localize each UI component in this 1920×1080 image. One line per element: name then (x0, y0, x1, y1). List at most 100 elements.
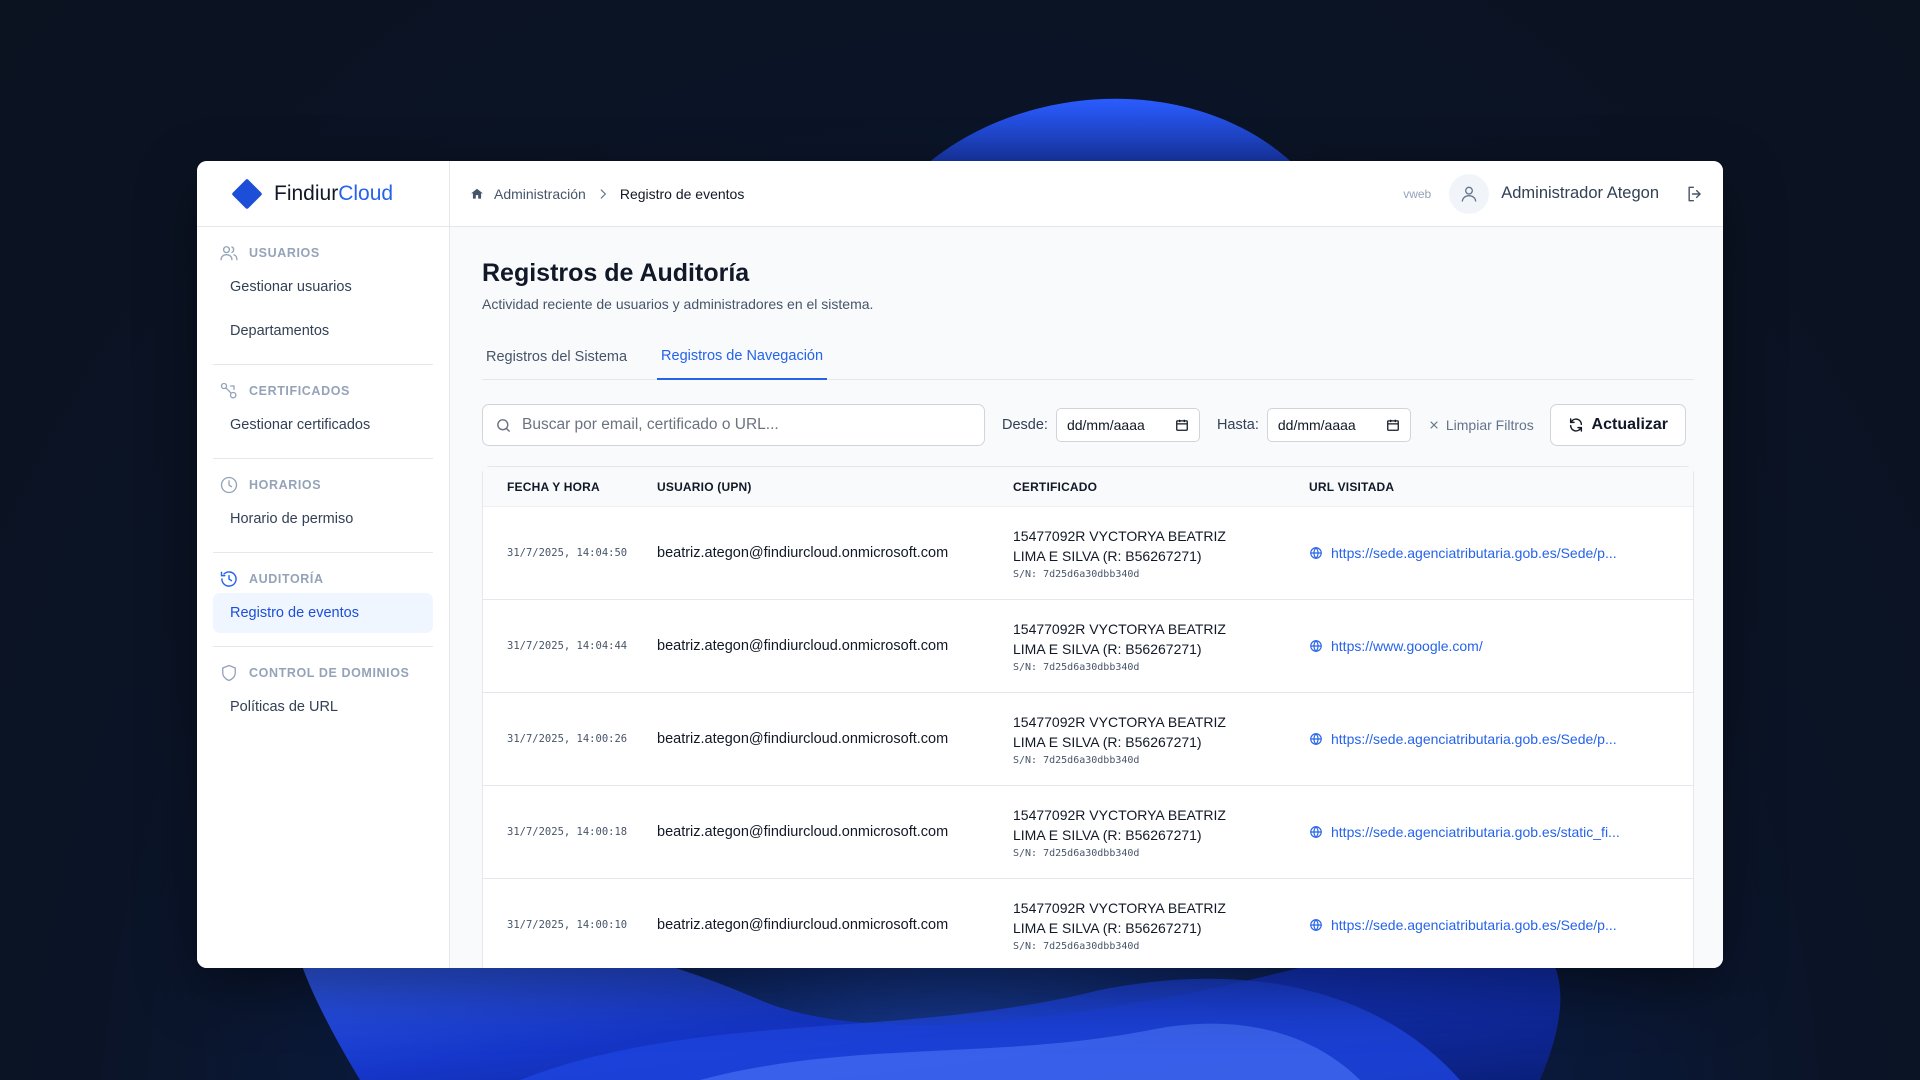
avatar[interactable] (1449, 173, 1490, 214)
certificate-name-line2: LIMA E SILVA (R: B56267271) (1013, 641, 1202, 657)
table-row[interactable]: 31/7/2025, 14:04:44 beatriz.ategon@findi… (483, 600, 1693, 693)
column-header-user[interactable]: USUARIO (UPN) (657, 480, 1013, 494)
certificate-name-line2: LIMA E SILVA (R: B56267271) (1013, 548, 1202, 564)
diamond-logo-icon (231, 177, 263, 210)
nav-section-auditoria: AUDITORÍA Registro de eventos (213, 553, 433, 647)
globe-icon (1309, 639, 1323, 653)
column-header-url[interactable]: URL VISITADA (1309, 480, 1693, 494)
section-title: CONTROL DE DOMINIOS (249, 666, 410, 680)
refresh-label: Actualizar (1591, 416, 1669, 433)
sidebar-item-registro-de-eventos[interactable]: Registro de eventos (213, 593, 433, 633)
certificate-serial: S/N: 7d25d6a30dbb340d (1013, 755, 1140, 766)
search-icon (495, 417, 512, 434)
brand-name: FindiurCloud (274, 182, 393, 206)
cell-date: 31/7/2025, 14:00:18 (507, 826, 628, 838)
from-date-value: dd/mm/aaaa (1066, 417, 1145, 433)
certificate-name-line2: LIMA E SILVA (R: B56267271) (1013, 920, 1202, 936)
nav-section-control-de-dominios: CONTROL DE DOMINIOS Políticas de URL (213, 647, 433, 740)
content: Registros de Auditoría Actividad recient… (450, 227, 1723, 968)
breadcrumb: Administración Registro de eventos (470, 186, 744, 202)
table-row[interactable]: 31/7/2025, 14:04:50 beatriz.ategon@findi… (483, 507, 1693, 600)
sidebar-item-horario-de-permiso[interactable]: Horario de permiso (213, 499, 433, 539)
sidebar: FindiurCloud USUARIOS Gestionar usuarios… (197, 161, 450, 968)
brand[interactable]: FindiurCloud (197, 161, 449, 227)
table-header: FECHA Y HORA USUARIO (UPN) CERTIFICADO U… (483, 467, 1693, 507)
section-header-certificados: CERTIFICADOS (213, 381, 433, 401)
section-title: AUDITORÍA (249, 572, 324, 586)
url-link[interactable]: https://sede.agenciatributaria.gob.es/st… (1309, 824, 1673, 840)
main-area: Administración Registro de eventos vweb … (450, 161, 1723, 968)
section-header-control-de-dominios: CONTROL DE DOMINIOS (213, 663, 433, 683)
user-name[interactable]: Administrador Ategon (1501, 184, 1659, 203)
url-text: https://sede.agenciatributaria.gob.es/Se… (1331, 917, 1617, 933)
sidebar-item-gestionar-usuarios[interactable]: Gestionar usuarios (213, 267, 433, 307)
cell-user: beatriz.ategon@findiurcloud.onmicrosoft.… (657, 917, 949, 933)
cell-date: 31/7/2025, 14:00:10 (507, 919, 628, 931)
to-label: Hasta: (1216, 417, 1259, 433)
breadcrumb-parent[interactable]: Administración (494, 186, 586, 202)
from-label: Desde: (1002, 417, 1048, 433)
certificate-name-line1: 15477092R VYCTORYA BEATRIZ (1013, 621, 1226, 637)
url-link[interactable]: https://sede.agenciatributaria.gob.es/Se… (1309, 545, 1673, 561)
nav-section-horarios: HORARIOS Horario de permiso (213, 459, 433, 553)
table-row[interactable]: 31/7/2025, 14:00:26 beatriz.ategon@findi… (483, 693, 1693, 786)
certificate-name-line2: LIMA E SILVA (R: B56267271) (1013, 734, 1202, 750)
certificate-serial: S/N: 7d25d6a30dbb340d (1013, 848, 1140, 859)
calendar-icon[interactable] (1386, 418, 1400, 432)
search-input[interactable] (522, 416, 962, 434)
section-title: CERTIFICADOS (249, 384, 350, 398)
cell-user: beatriz.ategon@findiurcloud.onmicrosoft.… (657, 731, 949, 747)
shield-icon (219, 663, 239, 683)
certificate-serial: S/N: 7d25d6a30dbb340d (1013, 662, 1140, 673)
url-link[interactable]: https://www.google.com/ (1309, 638, 1673, 654)
url-link[interactable]: https://sede.agenciatributaria.gob.es/Se… (1309, 917, 1673, 933)
from-date-input[interactable]: dd/mm/aaaa (1055, 408, 1200, 442)
cell-certificate: 15477092R VYCTORYA BEATRIZ LIMA E SILVA … (1013, 712, 1309, 766)
globe-icon (1309, 546, 1323, 560)
section-title: USUARIOS (249, 246, 320, 260)
refresh-icon (1568, 417, 1584, 433)
section-title: HORARIOS (249, 478, 322, 492)
table-row[interactable]: 31/7/2025, 14:00:10 beatriz.ategon@findi… (483, 879, 1693, 968)
globe-icon (1309, 732, 1323, 746)
logout-icon[interactable] (1685, 184, 1705, 204)
url-text: https://sede.agenciatributaria.gob.es/st… (1331, 824, 1620, 840)
cell-url: https://sede.agenciatributaria.gob.es/Se… (1309, 545, 1693, 561)
cell-date: 31/7/2025, 14:04:50 (507, 547, 628, 559)
certificate-name-line2: LIMA E SILVA (R: B56267271) (1013, 827, 1202, 843)
cell-url: https://www.google.com/ (1309, 638, 1693, 654)
column-header-certificate[interactable]: CERTIFICADO (1013, 480, 1309, 494)
table-row[interactable]: 31/7/2025, 14:00:18 beatriz.ategon@findi… (483, 786, 1693, 879)
cell-certificate: 15477092R VYCTORYA BEATRIZ LIMA E SILVA … (1013, 526, 1309, 580)
cell-url: https://sede.agenciatributaria.gob.es/st… (1309, 824, 1693, 840)
url-text: https://sede.agenciatributaria.gob.es/Se… (1331, 731, 1617, 747)
filter-bar: Desde: dd/mm/aaaa Hasta: dd/mm/aaaa (482, 404, 1694, 446)
sidebar-item-politicas-de-url[interactable]: Políticas de URL (213, 687, 433, 727)
certificate-icon (219, 381, 239, 401)
globe-icon (1309, 825, 1323, 839)
certificate-name-line1: 15477092R VYCTORYA BEATRIZ (1013, 807, 1226, 823)
url-link[interactable]: https://sede.agenciatributaria.gob.es/Se… (1309, 731, 1673, 747)
refresh-button[interactable]: Actualizar (1549, 404, 1686, 446)
calendar-icon[interactable] (1175, 418, 1189, 432)
version-label: vweb (1403, 186, 1432, 201)
cell-certificate: 15477092R VYCTORYA BEATRIZ LIMA E SILVA … (1013, 805, 1309, 859)
search-box (482, 404, 985, 446)
cell-user: beatriz.ategon@findiurcloud.onmicrosoft.… (657, 824, 949, 840)
clear-filters-button[interactable]: Limpiar Filtros (1428, 417, 1534, 433)
column-header-date[interactable]: FECHA Y HORA (483, 480, 657, 494)
users-icon (219, 243, 239, 263)
tab-registros-de-navegacion[interactable]: Registros de Navegación (657, 334, 828, 380)
page-subtitle: Actividad reciente de usuarios y adminis… (482, 296, 874, 312)
certificate-name-line1: 15477092R VYCTORYA BEATRIZ (1013, 714, 1226, 730)
cell-certificate: 15477092R VYCTORYA BEATRIZ LIMA E SILVA … (1013, 898, 1309, 952)
tabs: Registros del Sistema Registros de Naveg… (482, 334, 1694, 380)
history-icon (219, 569, 239, 589)
topbar: Administración Registro de eventos vweb … (450, 161, 1723, 227)
clock-icon (219, 475, 239, 495)
sidebar-item-gestionar-certificados[interactable]: Gestionar certificados (213, 405, 433, 445)
tab-registros-del-sistema[interactable]: Registros del Sistema (482, 334, 631, 380)
sidebar-item-departamentos[interactable]: Departamentos (213, 311, 433, 351)
home-icon[interactable] (470, 187, 484, 201)
to-date-input[interactable]: dd/mm/aaaa (1266, 408, 1411, 442)
